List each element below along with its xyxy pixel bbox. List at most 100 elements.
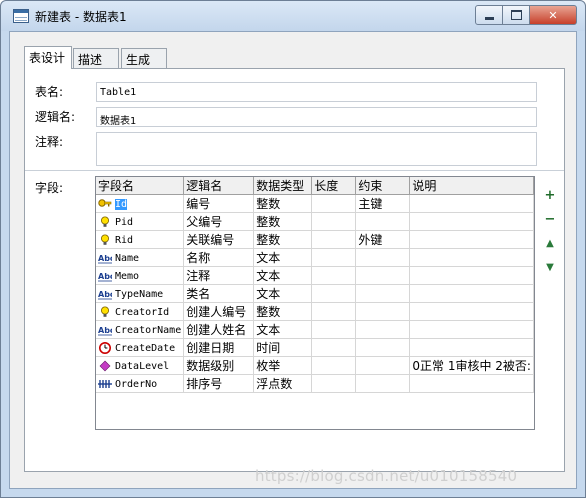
cell-field-name[interactable]: DataLevel — [96, 356, 185, 375]
cell-description[interactable] — [409, 320, 534, 339]
table-row[interactable]: OrderNo 排序号 浮点数 — [96, 374, 534, 393]
cell-description[interactable] — [409, 230, 534, 249]
field-name-text: Memo — [115, 270, 140, 282]
table-row[interactable]: Rid 关联编号 整数 外键 — [96, 230, 534, 249]
cell-field-name[interactable]: CreateDate — [96, 338, 185, 357]
cell-length[interactable] — [311, 338, 357, 357]
cell-length[interactable] — [311, 248, 357, 267]
cell-logical-name[interactable]: 名称 — [183, 248, 255, 267]
cell-data-type[interactable]: 文本 — [253, 320, 313, 339]
cell-logical-name[interactable]: 类名 — [183, 284, 255, 303]
cell-data-type[interactable]: 整数 — [253, 194, 313, 213]
add-field-button[interactable]: + — [543, 188, 557, 203]
cell-logical-name[interactable]: 编号 — [183, 194, 255, 213]
cell-constraint[interactable] — [355, 266, 411, 285]
cell-data-type[interactable]: 文本 — [253, 266, 313, 285]
table-row[interactable]: CreatorId 创建人编号 整数 — [96, 302, 534, 321]
cell-description[interactable] — [409, 338, 534, 357]
cell-description[interactable] — [409, 194, 534, 213]
cell-constraint[interactable] — [355, 248, 411, 267]
minimize-button[interactable] — [475, 5, 503, 25]
cell-description[interactable] — [409, 302, 534, 321]
cell-data-type[interactable]: 浮点数 — [253, 374, 313, 393]
move-down-button[interactable]: ▼ — [543, 260, 557, 274]
cell-logical-name[interactable]: 创建人姓名 — [183, 320, 255, 339]
close-button[interactable]: ✕ — [529, 5, 577, 25]
comment-textarea[interactable] — [96, 132, 537, 166]
logical-name-input[interactable]: 数据表1 — [96, 107, 537, 127]
cell-length[interactable] — [311, 302, 357, 321]
cell-logical-name[interactable]: 父编号 — [183, 212, 255, 231]
cell-field-name[interactable]: Rid — [96, 230, 185, 249]
cell-description[interactable] — [409, 248, 534, 267]
cell-length[interactable] — [311, 194, 357, 213]
cell-constraint[interactable] — [355, 338, 411, 357]
cell-constraint[interactable] — [355, 320, 411, 339]
table-row[interactable]: AbcTypeName类名文本 — [96, 284, 534, 303]
cell-field-name[interactable]: OrderNo — [96, 374, 185, 393]
table-row[interactable]: Pid 父编号 整数 — [96, 212, 534, 231]
tab-description[interactable]: 描述 — [73, 48, 119, 68]
cell-data-type[interactable]: 整数 — [253, 302, 313, 321]
cell-length[interactable] — [311, 266, 357, 285]
column-header-length[interactable]: 长度 — [311, 177, 357, 195]
cell-data-type[interactable]: 枚举 — [253, 356, 313, 375]
table-row[interactable]: DataLevel 数据级别 枚举 0正常 1审核中 2被否: — [96, 356, 534, 375]
move-up-button[interactable]: ▲ — [543, 236, 557, 250]
cell-field-name[interactable]: AbcTypeName — [96, 284, 185, 303]
cell-length[interactable] — [311, 356, 357, 375]
remove-field-button[interactable]: − — [543, 212, 557, 227]
cell-field-name[interactable]: Pid — [96, 212, 185, 231]
table-row[interactable]: AbcCreatorName创建人姓名文本 — [96, 320, 534, 339]
cell-length[interactable] — [311, 320, 357, 339]
cell-field-name[interactable]: CreatorId — [96, 302, 185, 321]
column-header-data-type[interactable]: 数据类型 — [253, 177, 313, 195]
cell-field-name[interactable]: AbcName — [96, 248, 185, 267]
cell-constraint[interactable] — [355, 284, 411, 303]
cell-description[interactable] — [409, 266, 534, 285]
maximize-button[interactable] — [502, 5, 530, 25]
cell-logical-name[interactable]: 创建人编号 — [183, 302, 255, 321]
cell-constraint[interactable] — [355, 302, 411, 321]
column-header-logical-name[interactable]: 逻辑名 — [183, 177, 255, 195]
column-header-field-name[interactable]: 字段名 — [96, 177, 185, 195]
fields-grid[interactable]: 字段名 逻辑名 数据类型 长度 约束 说明 Id 编号 整数 主键 Pid 父编号 整数 Ri… — [95, 176, 535, 430]
cell-field-name[interactable]: AbcMemo — [96, 266, 185, 285]
field-name-text: Name — [115, 252, 140, 264]
cell-length[interactable] — [311, 230, 357, 249]
cell-constraint[interactable] — [355, 212, 411, 231]
column-header-description[interactable]: 说明 — [409, 177, 534, 195]
cell-logical-name[interactable]: 数据级别 — [183, 356, 255, 375]
tab-table-design[interactable]: 表设计 — [24, 46, 72, 69]
cell-description[interactable] — [409, 284, 534, 303]
column-header-constraint[interactable]: 约束 — [355, 177, 411, 195]
cell-field-name[interactable]: AbcCreatorName — [96, 320, 185, 339]
cell-logical-name[interactable]: 关联编号 — [183, 230, 255, 249]
cell-data-type[interactable]: 时间 — [253, 338, 313, 357]
cell-length[interactable] — [311, 284, 357, 303]
cell-data-type[interactable]: 文本 — [253, 248, 313, 267]
title-bar[interactable]: 新建表 - 数据表1 ✕ — [1, 1, 585, 31]
cell-logical-name[interactable]: 创建日期 — [183, 338, 255, 357]
table-row[interactable]: AbcMemo注释文本 — [96, 266, 534, 285]
cell-description[interactable]: 0正常 1审核中 2被否: — [409, 356, 534, 375]
cell-constraint[interactable]: 主键 — [355, 194, 411, 213]
cell-description[interactable] — [409, 212, 534, 231]
cell-field-name[interactable]: Id — [96, 194, 185, 213]
table-name-input[interactable]: Table1 — [96, 82, 537, 102]
cell-constraint[interactable] — [355, 374, 411, 393]
cell-length[interactable] — [311, 374, 357, 393]
cell-length[interactable] — [311, 212, 357, 231]
table-row[interactable]: AbcName名称文本 — [96, 248, 534, 267]
cell-constraint[interactable]: 外键 — [355, 230, 411, 249]
cell-logical-name[interactable]: 排序号 — [183, 374, 255, 393]
tab-generate[interactable]: 生成 — [121, 48, 167, 68]
cell-logical-name[interactable]: 注释 — [183, 266, 255, 285]
cell-constraint[interactable] — [355, 356, 411, 375]
table-row[interactable]: Id 编号 整数 主键 — [96, 194, 534, 213]
cell-description[interactable] — [409, 374, 534, 393]
cell-data-type[interactable]: 整数 — [253, 230, 313, 249]
cell-data-type[interactable]: 文本 — [253, 284, 313, 303]
cell-data-type[interactable]: 整数 — [253, 212, 313, 231]
table-row[interactable]: CreateDate 创建日期 时间 — [96, 338, 534, 357]
